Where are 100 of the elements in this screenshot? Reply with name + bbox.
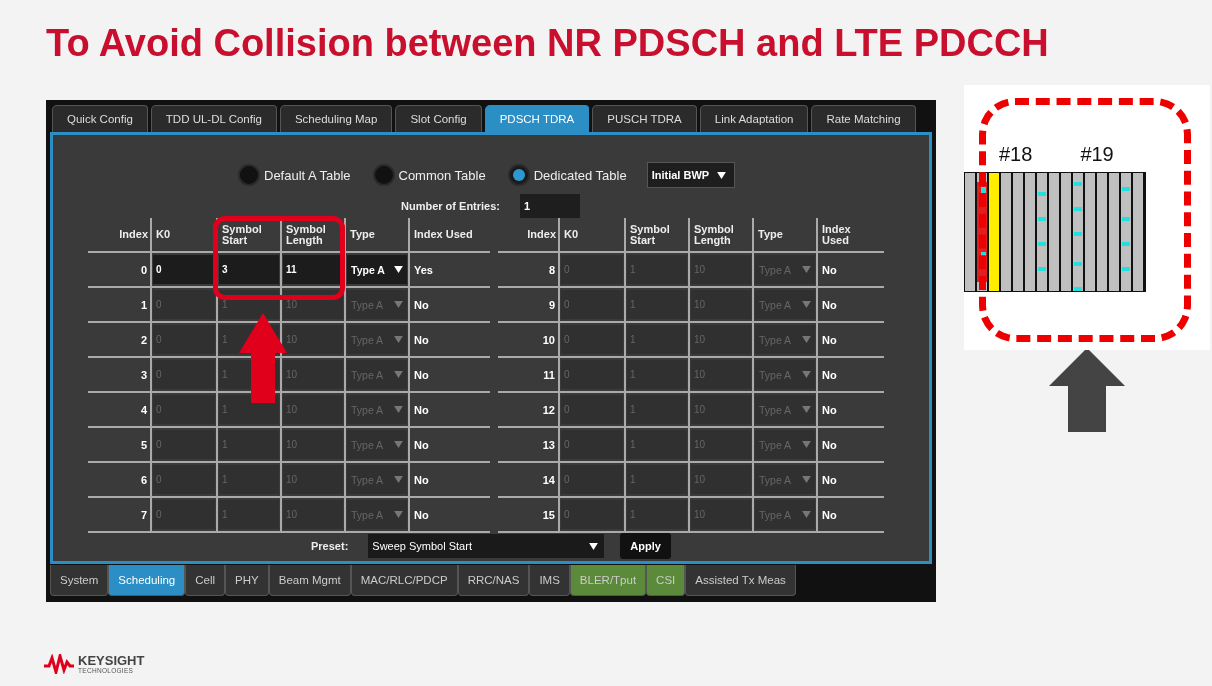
column-header: K0 bbox=[563, 227, 580, 242]
config-tab[interactable]: Scheduling Map bbox=[279, 105, 393, 132]
index-cell-text: 14 bbox=[541, 472, 556, 488]
index-cell-text: 10 bbox=[541, 332, 556, 348]
column-header: Index Used bbox=[821, 221, 852, 248]
config-tab[interactable]: Rate Matching bbox=[811, 105, 916, 132]
caret-icon bbox=[589, 542, 599, 550]
logo-icon bbox=[44, 654, 74, 674]
index-used-cell-text: No bbox=[413, 367, 430, 383]
slot-label: #19 bbox=[1080, 143, 1114, 166]
caret-icon bbox=[802, 511, 811, 518]
column-header: Index Used bbox=[413, 227, 474, 242]
caret-icon bbox=[802, 441, 811, 448]
caret-icon bbox=[394, 511, 403, 518]
caret-icon bbox=[394, 441, 403, 448]
section-tab[interactable]: PHY bbox=[225, 565, 269, 596]
index-used-cell-text: No bbox=[413, 297, 430, 313]
index-used-cell-text: No bbox=[413, 402, 430, 418]
index-used-cell-text: No bbox=[821, 367, 838, 383]
config-tab[interactable]: TDD UL-DL Config bbox=[150, 105, 277, 132]
section-tab[interactable]: BLER/Tput bbox=[569, 565, 647, 596]
config-tab[interactable]: Slot Config bbox=[395, 105, 482, 132]
entries-field[interactable]: 1 bbox=[520, 194, 580, 218]
config-tab[interactable]: PDSCH TDRA bbox=[484, 105, 590, 132]
caret-icon bbox=[802, 266, 811, 273]
index-used-cell-text: No bbox=[413, 437, 430, 453]
column-header: Index bbox=[118, 227, 149, 242]
column-header: Symbol Length bbox=[693, 221, 735, 248]
index-cell-text: 2 bbox=[139, 332, 148, 348]
caret-icon bbox=[802, 371, 811, 378]
index-cell-text: 6 bbox=[139, 472, 148, 488]
section-tab[interactable]: Assisted Tx Meas bbox=[685, 565, 796, 596]
caret-icon bbox=[394, 301, 403, 308]
caret-icon bbox=[717, 171, 727, 179]
symbol-length-field[interactable]: 11 bbox=[283, 255, 343, 284]
index-cell-text: 15 bbox=[541, 507, 556, 523]
column-header: Type bbox=[757, 227, 784, 242]
bwp-dropdown[interactable]: Initial BWP bbox=[646, 162, 736, 188]
config-tab[interactable]: PUSCH TDRA bbox=[592, 105, 697, 132]
caret-icon bbox=[394, 371, 403, 378]
index-used-cell-text: No bbox=[413, 472, 430, 488]
index-used-cell-text: No bbox=[821, 472, 838, 488]
section-tab[interactable]: IMS bbox=[529, 565, 570, 596]
index-cell-text: 12 bbox=[541, 402, 556, 418]
column-header: Symbol Length bbox=[285, 221, 327, 248]
type-dropdown[interactable]: Type A bbox=[347, 255, 407, 284]
caret-icon bbox=[802, 301, 811, 308]
apply-button[interactable]: Apply bbox=[620, 533, 671, 559]
column-header: K0 bbox=[155, 227, 172, 242]
index-cell-text: 3 bbox=[139, 367, 148, 383]
index-cell-text: 0 bbox=[139, 262, 148, 278]
index-cell-text: 13 bbox=[541, 437, 556, 453]
column-header: Index bbox=[526, 227, 557, 242]
column-header: Type bbox=[349, 227, 376, 242]
config-tab[interactable]: Link Adaptation bbox=[699, 105, 809, 132]
index-cell-text: 11 bbox=[542, 367, 556, 383]
entries-label: Number of Entries: bbox=[401, 200, 500, 212]
preset-label: Preset: bbox=[311, 540, 349, 552]
index-cell-text: 5 bbox=[139, 437, 148, 453]
section-tab[interactable]: Beam Mgmt bbox=[268, 565, 351, 596]
slot-label: #18 bbox=[999, 143, 1033, 166]
radio-option[interactable]: Common Table bbox=[372, 164, 486, 186]
section-tab[interactable]: Scheduling bbox=[108, 565, 186, 596]
slide-title: To Avoid Collision between NR PDSCH and LTE PDCCH bbox=[46, 21, 1050, 66]
index-cell-text: 9 bbox=[547, 297, 556, 313]
logo-name: KEYSIGHT bbox=[78, 654, 145, 667]
index-used-cell-text: No bbox=[821, 332, 838, 348]
index-cell-text: 7 bbox=[139, 507, 148, 523]
index-used-cell-text: No bbox=[821, 402, 838, 418]
column-header: Symbol Start bbox=[629, 221, 671, 248]
caret-icon bbox=[802, 476, 811, 483]
caret-icon bbox=[394, 406, 403, 413]
caret-icon bbox=[802, 406, 811, 413]
up-arrow-icon bbox=[1049, 348, 1125, 432]
k0-field[interactable]: 0 bbox=[153, 255, 215, 284]
section-tab[interactable]: RRC/NAS bbox=[457, 565, 530, 596]
section-tab[interactable]: CSI bbox=[646, 565, 686, 596]
index-used-cell-text: No bbox=[413, 507, 430, 523]
section-tab[interactable]: MAC/RLC/PDCP bbox=[350, 565, 458, 596]
index-cell-text: 4 bbox=[139, 402, 148, 418]
symbol-start-field[interactable]: 3 bbox=[219, 255, 279, 284]
index-used-cell-text: No bbox=[413, 332, 430, 348]
index-used-cell-text: No bbox=[821, 507, 838, 523]
preset-dropdown[interactable]: Sweep Symbol Start bbox=[368, 534, 605, 558]
radio-option[interactable]: Dedicated Table bbox=[507, 164, 627, 186]
index-cell-text: 1 bbox=[139, 297, 148, 313]
column-header: Symbol Start bbox=[221, 221, 263, 248]
caret-icon bbox=[394, 266, 403, 273]
index-cell-text: 8 bbox=[547, 262, 556, 278]
caret-icon bbox=[394, 336, 403, 343]
section-tab[interactable]: System bbox=[50, 565, 109, 596]
index-used-cell-text: Yes bbox=[413, 262, 434, 278]
section-tab[interactable]: Cell bbox=[185, 565, 226, 596]
index-used-cell-text: No bbox=[821, 262, 838, 278]
caret-icon bbox=[394, 476, 403, 483]
index-used-cell-text: No bbox=[821, 297, 838, 313]
config-tab[interactable]: Quick Config bbox=[52, 105, 148, 132]
caret-icon bbox=[802, 336, 811, 343]
radio-option[interactable]: Default A Table bbox=[238, 164, 351, 186]
index-used-cell-text: No bbox=[821, 437, 838, 453]
